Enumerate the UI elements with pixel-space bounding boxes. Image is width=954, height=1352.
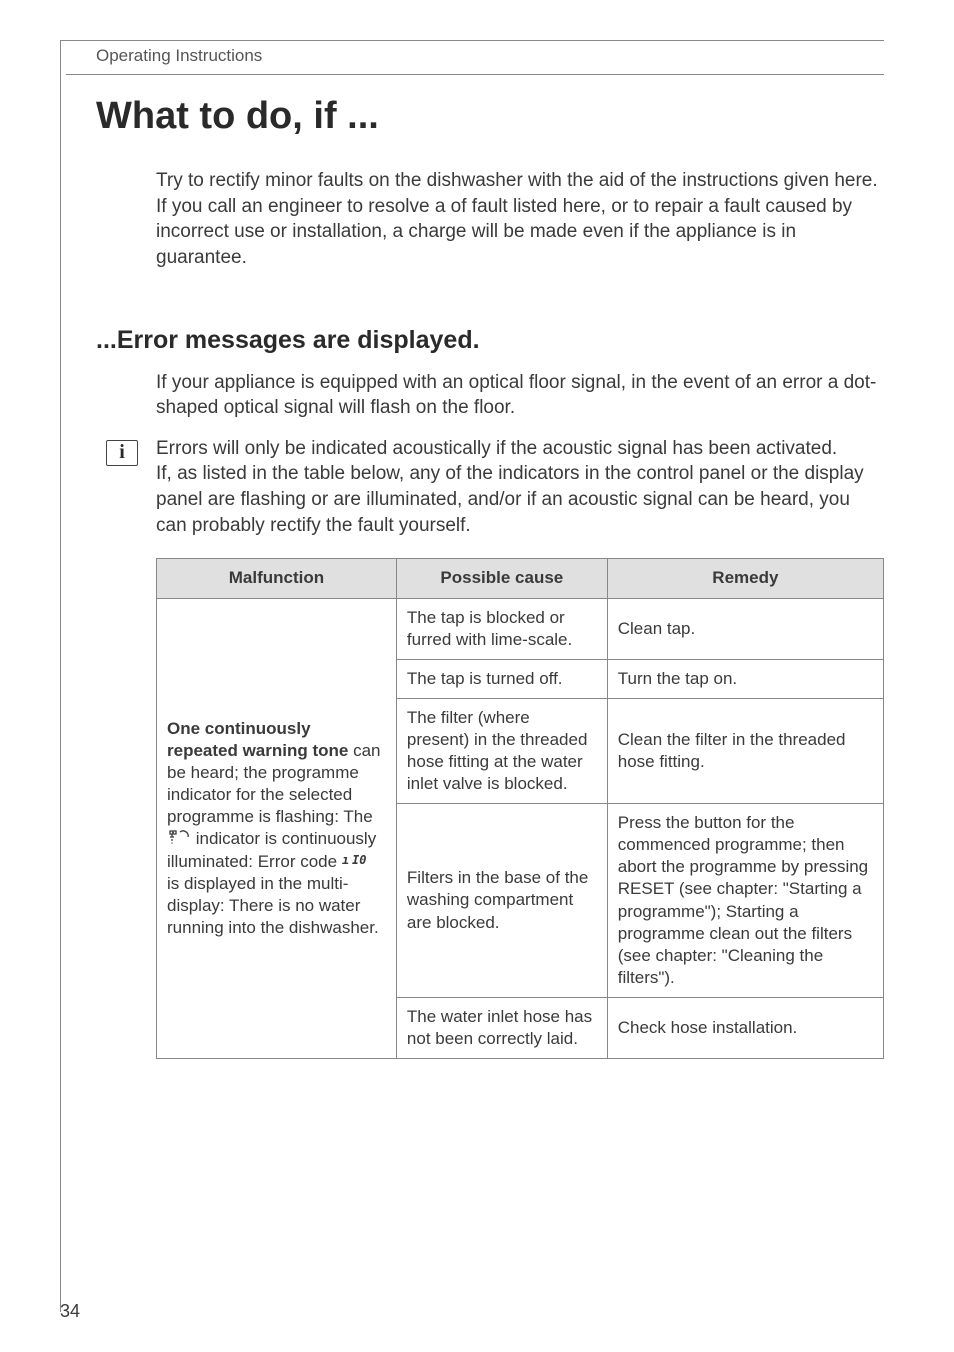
header-rule bbox=[66, 74, 884, 75]
malfunction-bold: One continuously repeated warning tone bbox=[167, 719, 348, 760]
header-remedy: Remedy bbox=[607, 559, 883, 598]
malfunction-text-3: is displayed in the multi-display: There… bbox=[167, 874, 379, 937]
page-number: 34 bbox=[60, 1301, 80, 1322]
malfunction-cell: One continuously repeated warning tone c… bbox=[157, 598, 397, 1059]
info-icon: i bbox=[106, 440, 138, 466]
header-malfunction: Malfunction bbox=[157, 559, 397, 598]
svg-text:I0: I0 bbox=[352, 853, 366, 867]
page-header: Operating Instructions bbox=[66, 46, 884, 66]
header-cause: Possible cause bbox=[396, 559, 607, 598]
section-title: ...Error messages are displayed. bbox=[66, 326, 884, 355]
cause-cell: The tap is blocked or furred with lime-s… bbox=[396, 598, 607, 659]
remedy-cell: Turn the tap on. bbox=[607, 659, 883, 698]
cause-cell: The tap is turned off. bbox=[396, 659, 607, 698]
remedy-cell: Check hose installation. bbox=[607, 997, 883, 1058]
remedy-cell: Clean the filter in the threaded hose fi… bbox=[607, 698, 883, 803]
error-table: Malfunction Possible cause Remedy One co… bbox=[156, 558, 884, 1059]
table-row: One continuously repeated warning tone c… bbox=[157, 598, 884, 659]
cause-cell: The water inlet hose has not been correc… bbox=[396, 997, 607, 1058]
info-paragraph-1: Errors will only be indicated acoustical… bbox=[156, 438, 837, 459]
info-text: Errors will only be indicated acoustical… bbox=[156, 436, 884, 539]
error-code-icon: ıI0 bbox=[342, 851, 372, 873]
tap-icon bbox=[167, 829, 191, 851]
table-header-row: Malfunction Possible cause Remedy bbox=[157, 559, 884, 598]
intro-paragraph: Try to rectify minor faults on the dishw… bbox=[66, 168, 884, 271]
remedy-cell: Clean tap. bbox=[607, 598, 883, 659]
info-paragraph-2: If, as listed in the table below, any of… bbox=[156, 463, 864, 535]
error-table-wrapper: Malfunction Possible cause Remedy One co… bbox=[66, 558, 884, 1059]
svg-text:ı: ı bbox=[342, 853, 349, 867]
cause-cell: Filters in the base of the washing compa… bbox=[396, 804, 607, 998]
info-block: i Errors will only be indicated acoustic… bbox=[66, 436, 884, 539]
main-title: What to do, if ... bbox=[66, 95, 884, 138]
cause-cell: The filter (where present) in the thread… bbox=[396, 698, 607, 803]
remedy-cell: Press the button for the commenced progr… bbox=[607, 804, 883, 998]
section-paragraph-1: If your appliance is equipped with an op… bbox=[66, 370, 884, 421]
info-icon-glyph: i bbox=[119, 441, 125, 464]
